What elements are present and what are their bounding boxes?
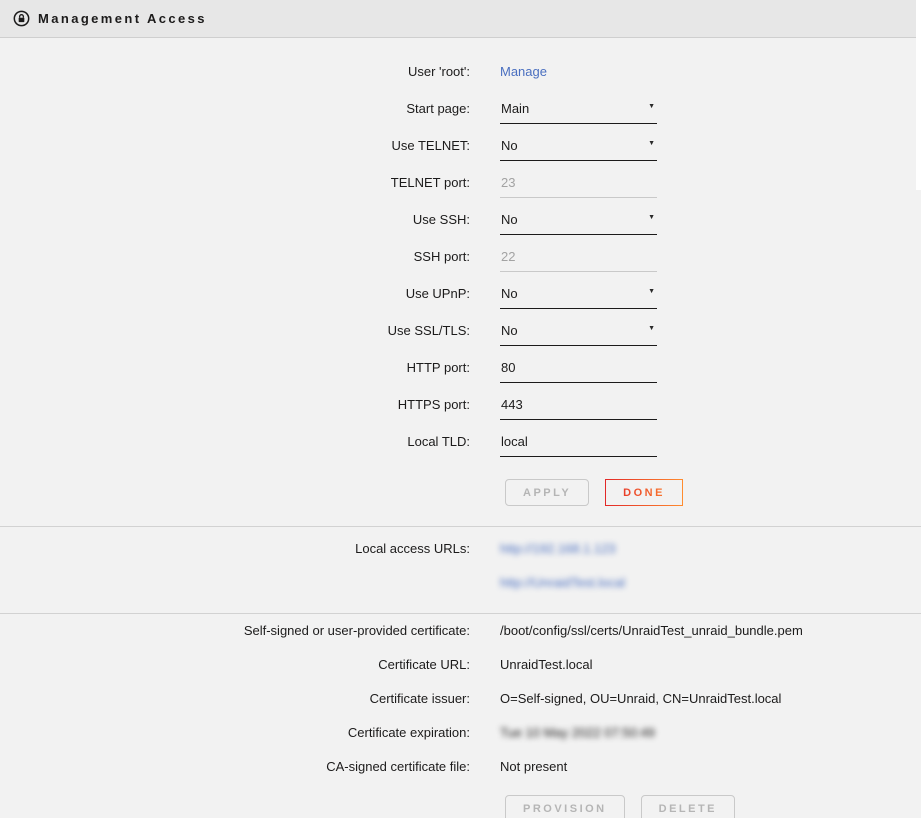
ssh-port-label: SSH port: [0,243,470,271]
local-access-section: Local access URLs: http://192.168.1.123 … [0,526,921,613]
page-title: Management Access [38,11,207,26]
delete-button[interactable]: DELETE [641,795,735,818]
row-http-port: HTTP port: [0,354,921,391]
row-start-page: Start page: Main ▼ [0,95,921,132]
use-ssl-select[interactable]: No [500,318,657,346]
certificate-expiration-value: Tue 10 May 2022 07:50:49 [500,716,655,750]
ca-signed-file-value: Not present [500,750,567,784]
scrollbar-thumb[interactable] [916,0,921,190]
row-self-signed-cert: Self-signed or user-provided certificate… [0,614,921,648]
use-ssl-label: Use SSL/TLS: [0,317,470,345]
https-port-label: HTTPS port: [0,391,470,419]
row-certificate-url: Certificate URL: UnraidTest.local [0,648,921,682]
use-telnet-select[interactable]: No [500,133,657,161]
row-use-telnet: Use TELNET: No ▼ [0,132,921,169]
user-root-label: User 'root': [0,58,470,86]
row-ssh-port: SSH port: [0,243,921,280]
certificate-buttons: PROVISION DELETE [505,795,921,818]
row-certificate-expiration: Certificate expiration: Tue 10 May 2022 … [0,716,921,750]
use-upnp-label: Use UPnP: [0,280,470,308]
row-use-ssh: Use SSH: No ▼ [0,206,921,243]
certificate-expiration-label: Certificate expiration: [0,716,470,750]
form-buttons: APPLY DONE [505,479,921,506]
use-telnet-label: Use TELNET: [0,132,470,160]
certificate-url-label: Certificate URL: [0,648,470,682]
http-port-label: HTTP port: [0,354,470,382]
row-user-root: User 'root': Manage [0,58,921,95]
certificate-section: Self-signed or user-provided certificate… [0,613,921,818]
use-ssh-label: Use SSH: [0,206,470,234]
start-page-select[interactable]: Main [500,96,657,124]
local-access-url-1[interactable]: http://192.168.1.123 [500,541,616,556]
use-ssh-select[interactable]: No [500,207,657,235]
row-https-port: HTTPS port: [0,391,921,428]
ssh-port-input [500,244,657,272]
http-port-input[interactable] [500,355,657,383]
self-signed-cert-label: Self-signed or user-provided certificate… [0,614,470,648]
certificate-url-value: UnraidTest.local [500,648,593,682]
certificate-issuer-value: O=Self-signed, OU=Unraid, CN=UnraidTest.… [500,682,781,716]
telnet-port-input [500,170,657,198]
local-access-urls-label: Local access URLs: [0,536,470,562]
row-use-ssl: Use SSL/TLS: No ▼ [0,317,921,354]
https-port-input[interactable] [500,392,657,420]
local-tld-label: Local TLD: [0,428,470,456]
lock-circle-icon [13,10,30,27]
apply-button[interactable]: APPLY [505,479,589,506]
local-access-url-2[interactable]: http://UnraidTest.local [500,575,625,590]
row-use-upnp: Use UPnP: No ▼ [0,280,921,317]
local-tld-input[interactable] [500,429,657,457]
provision-button[interactable]: PROVISION [505,795,625,818]
ca-signed-file-label: CA-signed certificate file: [0,750,470,784]
telnet-port-label: TELNET port: [0,169,470,197]
settings-form: User 'root': Manage Start page: Main ▼ U… [0,38,921,526]
row-local-tld: Local TLD: [0,428,921,465]
row-telnet-port: TELNET port: [0,169,921,206]
row-local-access-urls: Local access URLs: http://192.168.1.123 … [0,536,921,604]
page-header: Management Access [0,0,921,38]
row-ca-signed-file: CA-signed certificate file: Not present [0,750,921,784]
row-certificate-issuer: Certificate issuer: O=Self-signed, OU=Un… [0,682,921,716]
done-button[interactable]: DONE [605,479,683,506]
certificate-issuer-label: Certificate issuer: [0,682,470,716]
self-signed-cert-value: /boot/config/ssl/certs/UnraidTest_unraid… [500,614,803,648]
start-page-label: Start page: [0,95,470,123]
use-upnp-select[interactable]: No [500,281,657,309]
manage-root-link[interactable]: Manage [500,64,547,79]
